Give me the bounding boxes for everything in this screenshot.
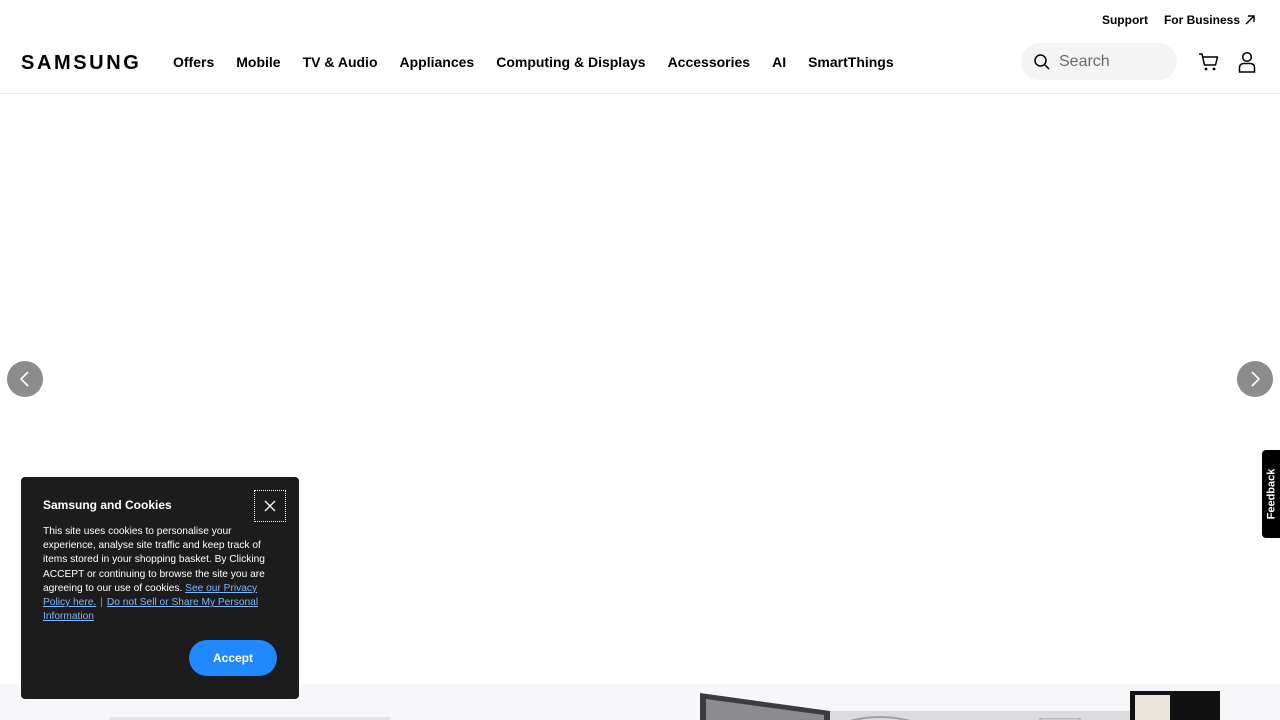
nav-item-mobile[interactable]: Mobile [236, 54, 280, 70]
feedback-tab[interactable]: Feedback [1262, 450, 1280, 538]
external-link-icon [1245, 15, 1255, 25]
cookie-title: Samsung and Cookies [43, 498, 172, 512]
support-label: Support [1101, 13, 1148, 27]
account-button[interactable] [1235, 50, 1259, 74]
main-nav: SAMSUNG Offers Mobile TV & Audio Applian… [0, 40, 1280, 94]
search-input[interactable] [1057, 51, 1171, 72]
carousel-prev-button[interactable] [7, 361, 43, 397]
close-icon [264, 500, 276, 512]
nav-item-ai[interactable]: AI [772, 54, 786, 70]
cookie-dialog: Samsung and Cookies This site uses cooki… [21, 477, 299, 699]
chevron-right-icon [1251, 371, 1261, 387]
search-box[interactable] [1021, 43, 1177, 80]
nav-item-tv-audio[interactable]: TV & Audio [303, 54, 378, 70]
nav-item-offers[interactable]: Offers [173, 54, 214, 70]
appliance-image [700, 691, 1220, 720]
for-business-link[interactable]: For Business [1164, 13, 1256, 27]
support-link[interactable]: Support [1102, 13, 1148, 27]
nav-item-smartthings[interactable]: SmartThings [808, 54, 894, 70]
for-business-label: For Business [1163, 13, 1240, 27]
cart-icon [1199, 53, 1219, 71]
chevron-left-icon [19, 371, 29, 387]
utility-bar: Support For Business [1102, 0, 1280, 40]
carousel-next-button[interactable] [1237, 361, 1273, 397]
nav-menu: Offers Mobile TV & Audio Appliances Comp… [173, 40, 894, 84]
cookie-close-button[interactable] [254, 490, 286, 522]
search-icon [1034, 53, 1050, 70]
nav-item-accessories[interactable]: Accessories [668, 54, 751, 70]
user-icon [1238, 51, 1256, 73]
feedback-label: Feedback [1265, 468, 1277, 520]
cart-button[interactable] [1197, 50, 1221, 74]
accept-cookies-button[interactable]: Accept [189, 640, 277, 676]
cookie-body: This site uses cookies to personalise yo… [43, 525, 279, 624]
nav-item-computing-displays[interactable]: Computing & Displays [496, 54, 645, 70]
nav-item-appliances[interactable]: Appliances [400, 54, 475, 70]
link-separator: | [100, 597, 103, 609]
page: Support For Business SAMSUNG Offers Mobi… [0, 0, 1280, 720]
samsung-logo[interactable]: SAMSUNG [21, 52, 141, 75]
